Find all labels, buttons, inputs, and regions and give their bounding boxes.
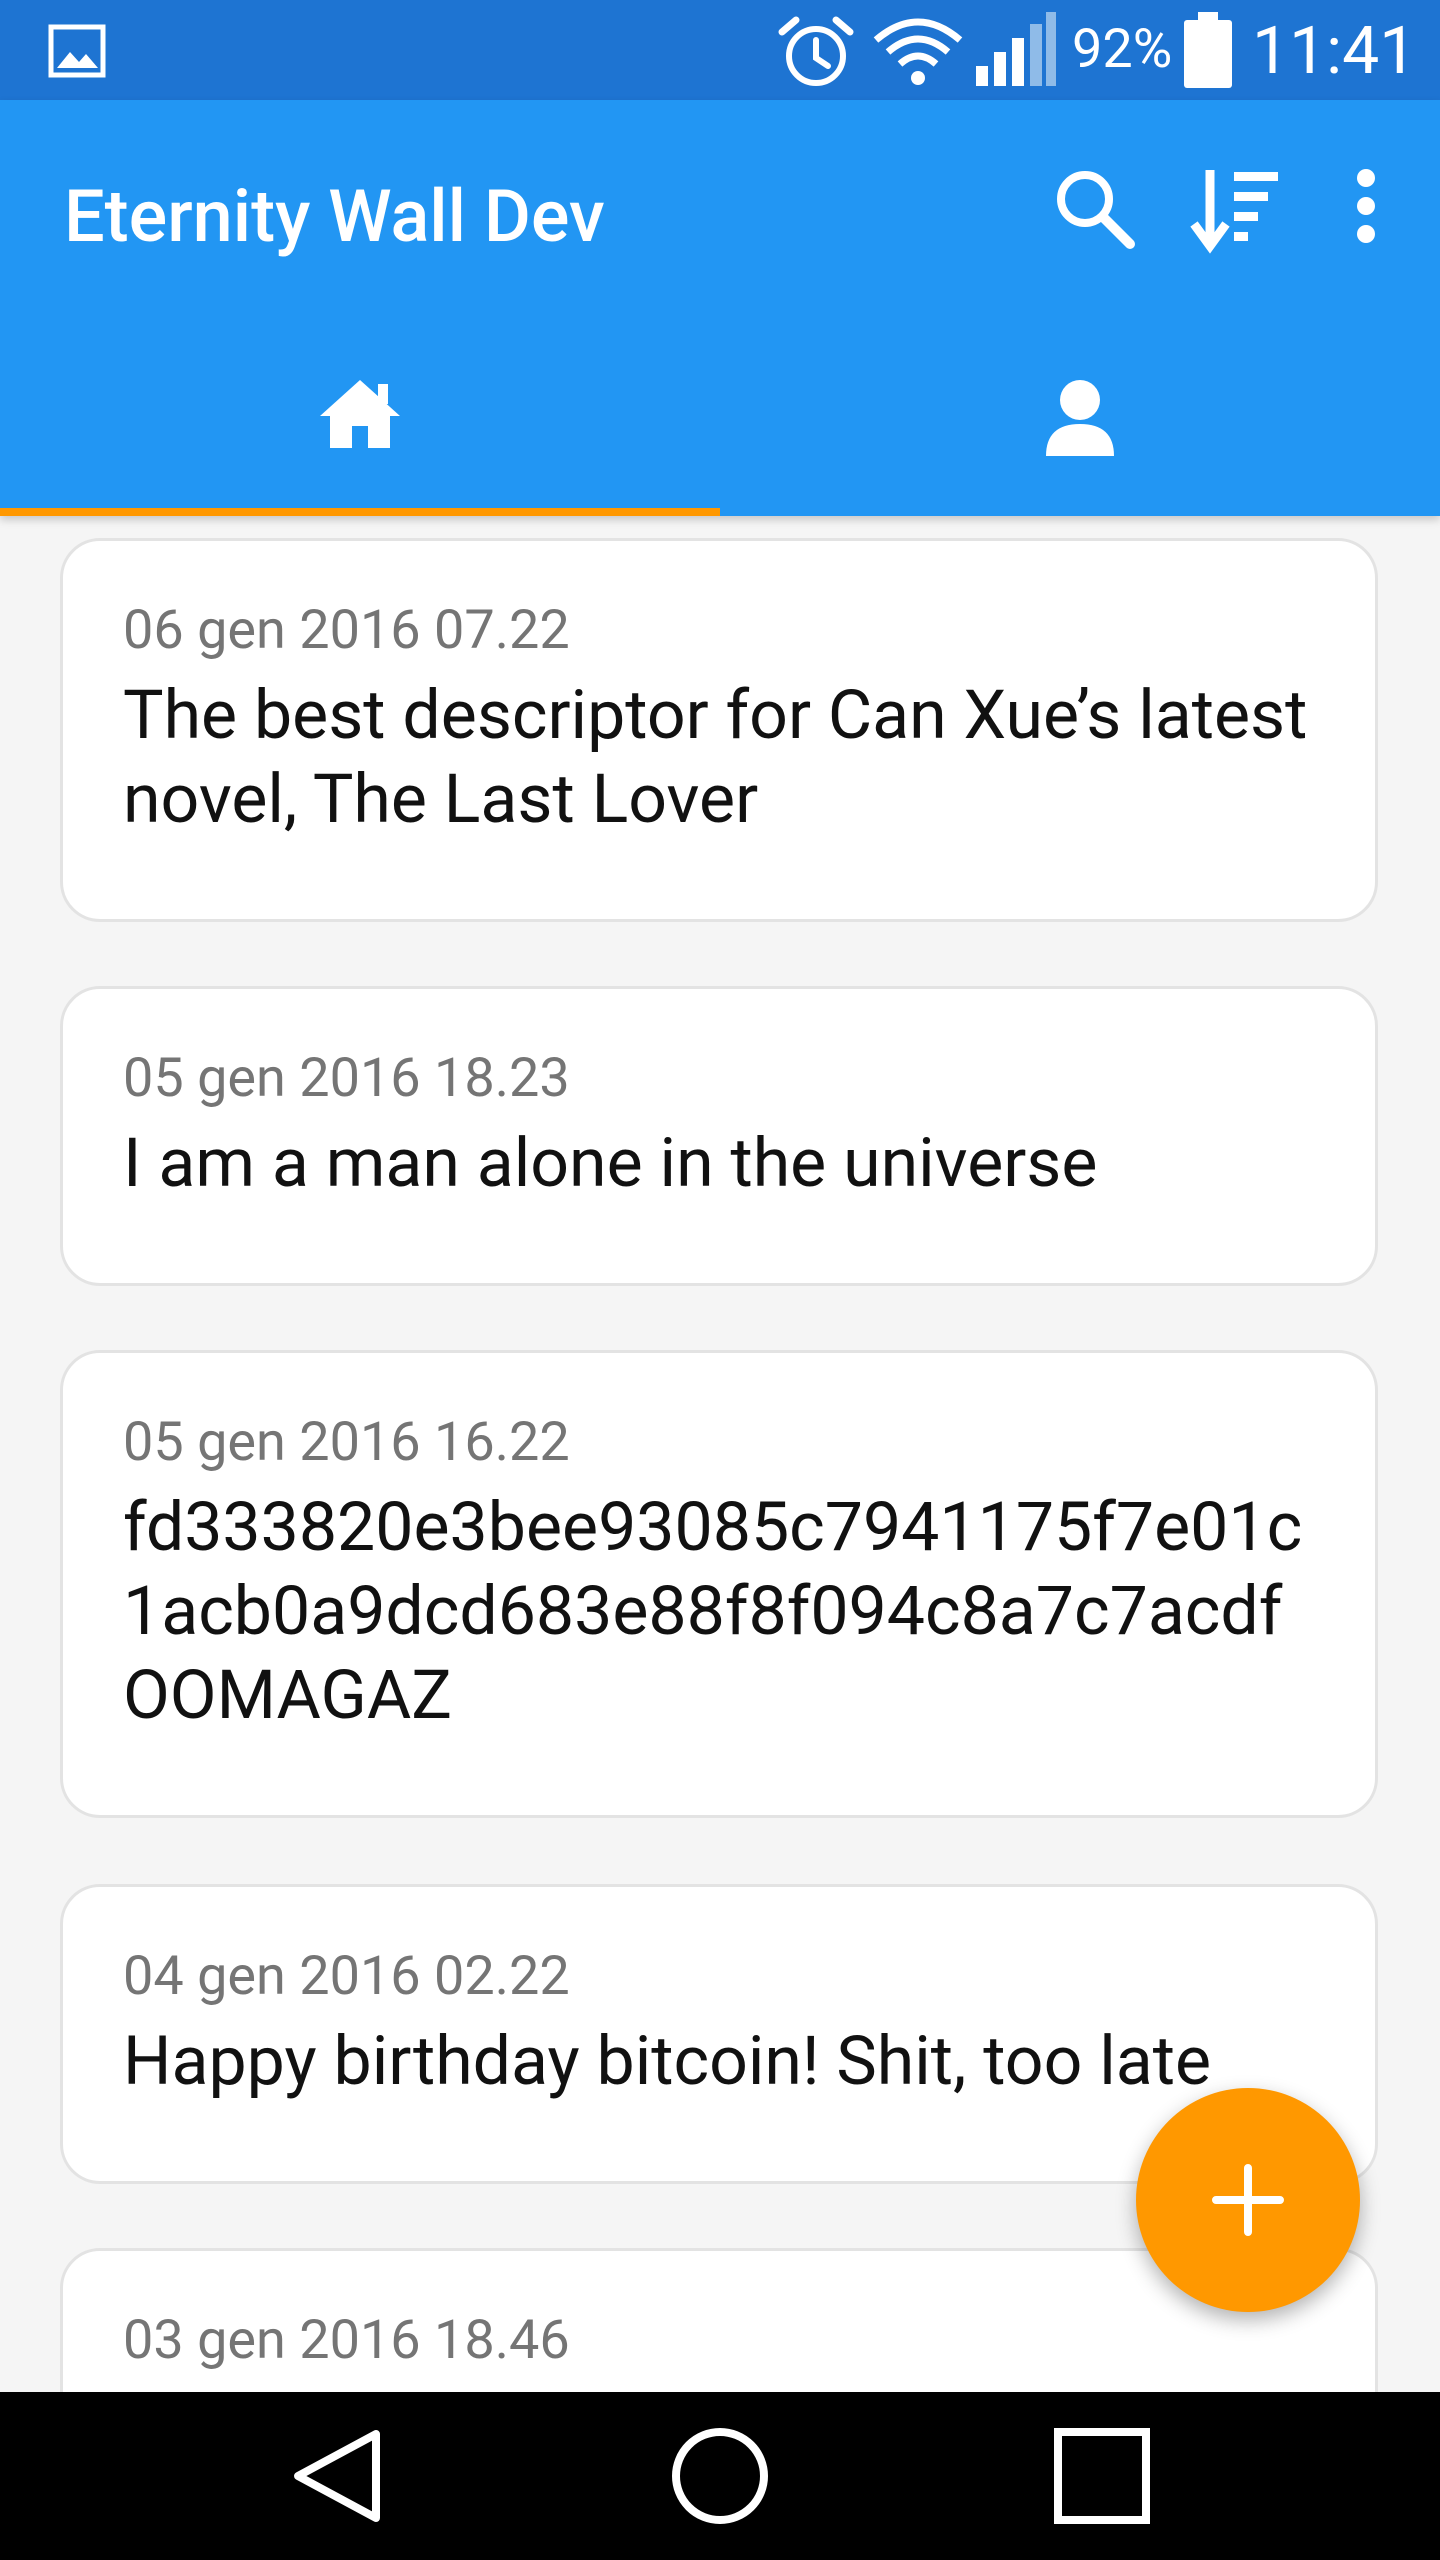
- search-icon[interactable]: [1052, 166, 1138, 256]
- home-circle-icon[interactable]: [668, 2426, 772, 2530]
- tab-indicator: [0, 508, 720, 516]
- message-date: 04 gen 2016 02.22: [123, 1945, 570, 2008]
- message-date: 05 gen 2016 18.23: [123, 1047, 570, 1110]
- signal-icon: [974, 12, 1058, 92]
- app-title: Eternity Wall Dev: [64, 174, 605, 259]
- wifi-icon: [872, 14, 964, 92]
- battery-percent: 92%: [1072, 18, 1173, 81]
- navigation-bar: [0, 2392, 1440, 2560]
- message-card[interactable]: 05 gen 2016 16.22 fd333820e3bee93085c794…: [60, 1350, 1378, 1818]
- message-text: I am a man alone in the universe: [123, 1123, 1098, 1203]
- message-text: The best descriptor for Can Xue’s latest…: [123, 675, 1308, 839]
- message-card[interactable]: 05 gen 2016 18.23 I am a man alone in th…: [60, 986, 1378, 1286]
- message-text: Happy birthday bitcoin! Shit, too late: [123, 2021, 1212, 2101]
- message-date: 06 gen 2016 07.22: [123, 599, 570, 662]
- message-date: 03 gen 2016 18.46: [123, 2309, 570, 2372]
- clock: 11:41: [1252, 13, 1417, 90]
- tab-user[interactable]: [720, 316, 1440, 516]
- add-message-button[interactable]: [1136, 2088, 1360, 2312]
- app-bar: Eternity Wall Dev: [0, 100, 1440, 516]
- recents-icon[interactable]: [1052, 2426, 1152, 2530]
- more-vert-icon[interactable]: [1350, 166, 1382, 250]
- plus-icon: [1212, 2164, 1284, 2236]
- alarm-icon: [776, 14, 856, 94]
- back-icon[interactable]: [290, 2426, 390, 2530]
- message-date: 05 gen 2016 16.22: [123, 1411, 570, 1474]
- message-card[interactable]: 06 gen 2016 07.22 The best descriptor fo…: [60, 538, 1378, 922]
- user-icon: [1038, 376, 1122, 464]
- message-text: fd333820e3bee93085c7941175f7e01c1acb0a9d…: [123, 1487, 1303, 1735]
- gallery-icon: [48, 24, 106, 82]
- status-bar: 92% 11:41: [0, 0, 1440, 100]
- home-icon: [318, 376, 402, 456]
- battery-icon: [1184, 12, 1232, 92]
- sort-icon[interactable]: [1190, 166, 1282, 262]
- tab-home[interactable]: [0, 316, 720, 516]
